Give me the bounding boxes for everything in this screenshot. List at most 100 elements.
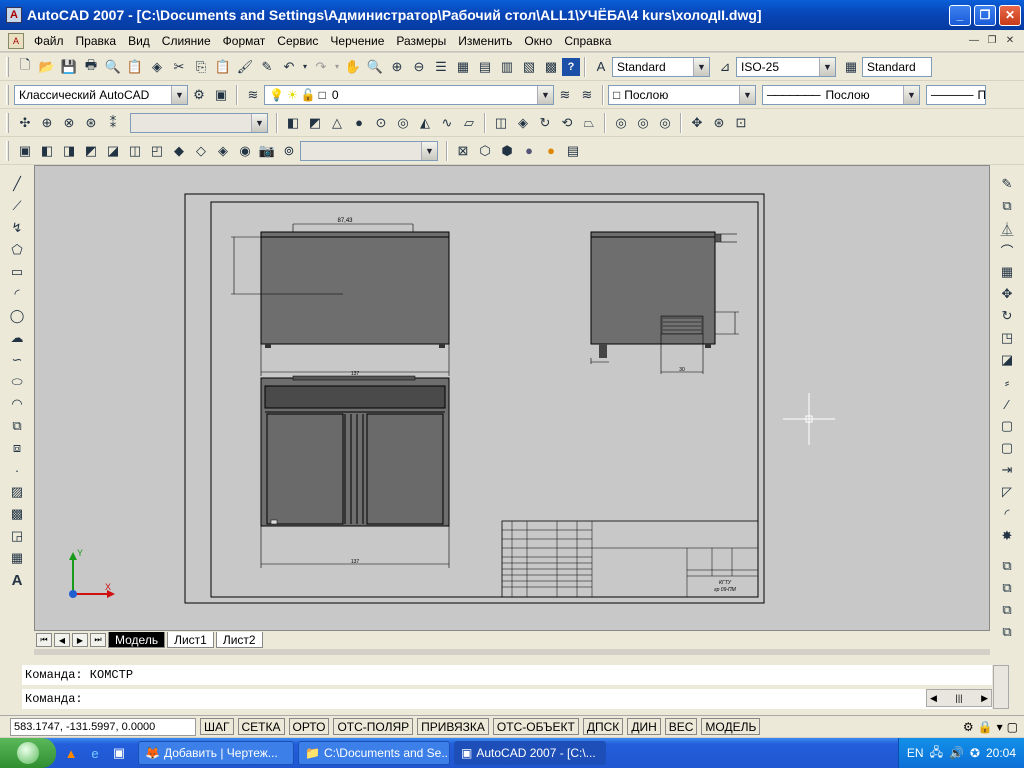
loft-icon[interactable]: ⏢ [578,112,600,134]
design-center-icon[interactable]: ▦ [452,56,474,78]
front-view-icon[interactable]: ◫ [124,140,146,162]
menu-edit[interactable]: Правка [70,34,123,48]
polyline-icon[interactable]: ↯ [6,217,28,239]
2d-wireframe-icon[interactable]: ⊠ [452,140,474,162]
revolve-icon[interactable]: ⟲ [556,112,578,134]
document-icon[interactable]: A [8,32,24,49]
sw-iso-icon[interactable]: ◆ [168,140,190,162]
chevron-down-icon[interactable]: ▼ [421,141,437,160]
bring-above-icon[interactable]: ⧉ [996,621,1018,643]
back-view-icon[interactable]: ◰ [146,140,168,162]
close-button[interactable]: ✕ [999,4,1021,26]
hatch-icon[interactable]: ▨ [6,481,28,503]
cone-icon[interactable]: △ [326,112,348,134]
chevron-down-icon[interactable]: ▼ [739,85,755,104]
menu-modify[interactable]: Изменить [452,34,518,48]
markup-icon[interactable]: ▧ [518,56,540,78]
undo-icon[interactable]: ↶ [278,56,300,78]
lwt-toggle[interactable]: ВЕС [664,718,698,735]
subtract-icon[interactable]: ◎ [632,112,654,134]
copy-icon[interactable]: ⎘ [190,56,212,78]
drawing-canvas[interactable]: 87,43 137 137 30 КГТУ гр 09-ПМ Y X [34,165,990,631]
arc-icon[interactable]: ◜ [6,283,28,305]
menu-help[interactable]: Справка [558,34,617,48]
make-block-icon[interactable]: ⧈ [6,437,28,459]
ucs-world-icon[interactable]: ⊕ [36,112,58,134]
offset-icon[interactable]: ⌒ [996,239,1018,261]
publish-icon[interactable]: 📋 [124,56,146,78]
draw-order-icon[interactable]: ⧉ [996,555,1018,577]
menu-window[interactable]: Окно [518,34,558,48]
tab-layout2[interactable]: Лист2 [215,632,263,648]
intersect-icon[interactable]: ◎ [654,112,676,134]
realistic-icon[interactable]: ● [518,140,540,162]
ne-iso-icon[interactable]: ◈ [212,140,234,162]
prev-tab-button[interactable]: ◀ [54,633,70,647]
explode-icon[interactable]: ✸ [996,525,1018,547]
text-style-combo[interactable]: Standard ▼ [612,56,710,77]
command-scrollbar[interactable] [993,665,1009,709]
chevron-down-icon[interactable]: ▼ [693,57,709,76]
calculator-icon[interactable]: ▩ [540,56,562,78]
camera-icon[interactable]: 📷 [256,140,278,162]
task-browser[interactable]: 🦊 Добавить | Чертеж... [138,741,294,765]
first-tab-button[interactable]: ⏮ [36,633,52,647]
extrude-icon[interactable]: ◫ [490,112,512,134]
zoom-previous-icon[interactable]: ⊖ [408,56,430,78]
scroll-right-icon[interactable]: ▶ [981,693,988,704]
pan-realtime-icon[interactable]: ✋ [342,56,364,78]
nw-iso-icon[interactable]: ◉ [234,140,256,162]
ucs-face-icon[interactable]: ⊛ [80,112,102,134]
ellipse-arc-icon[interactable]: ◠ [6,393,28,415]
layer-combo[interactable]: 💡 ☀ 🔓 □ 0 ▼ [264,84,554,105]
tray-app-icon[interactable]: ✪ [970,746,980,760]
sheet-set-icon[interactable]: ▥ [496,56,518,78]
make-layer-current-icon[interactable]: ≋ [554,84,576,106]
quicklaunch-autocad-icon[interactable]: ▲ [62,744,80,762]
print-preview-icon[interactable]: 🔍 [102,56,124,78]
workspace-save-icon[interactable]: ▣ [210,84,232,106]
new-file-icon[interactable]: 🗋 [14,56,36,78]
scale-icon[interactable]: ◳ [996,327,1018,349]
save-icon[interactable]: 💾 [58,56,80,78]
match-properties-icon[interactable]: 🖌 [234,56,256,78]
chevron-down-icon[interactable]: ▼ [537,85,553,104]
named-views-icon[interactable]: ▣ [14,140,36,162]
polygon-icon[interactable]: ⬠ [6,239,28,261]
start-button[interactable] [0,738,56,768]
command-input[interactable]: Команда: [22,689,992,709]
paste-icon[interactable]: 📋 [212,56,234,78]
redo-icon[interactable]: ↷ [310,56,332,78]
properties-icon[interactable]: ☰ [430,56,452,78]
bring-to-front-icon[interactable]: ⧉ [996,577,1018,599]
sweep-icon[interactable]: ↻ [534,112,556,134]
view-combo[interactable]: ▼ [300,140,438,161]
undo-dropdown-icon[interactable]: ▾ [300,56,310,78]
region-icon[interactable]: ◲ [6,525,28,547]
volume-icon[interactable]: 🔊 [949,746,964,760]
task-explorer[interactable]: 📁 C:\Documents and Se... [298,741,450,765]
send-to-back-icon[interactable]: ⧉ [996,599,1018,621]
doc-close-button[interactable]: ✕ [1002,34,1018,48]
tool-palettes-icon[interactable]: ▤ [474,56,496,78]
last-tab-button[interactable]: ⏭ [90,633,106,647]
tray-settings-icon[interactable]: ▾ [997,720,1003,734]
sphere-icon[interactable]: ● [348,112,370,134]
clean-screen-icon[interactable]: ▢ [1007,720,1018,734]
zoom-window-icon[interactable]: ⊕ [386,56,408,78]
quicklaunch-app-icon[interactable]: ▣ [110,744,128,762]
otrack-toggle[interactable]: ОТС-ОБЪЕКТ [492,718,579,735]
help-icon[interactable]: ? [562,57,580,76]
dim-style-combo[interactable]: ISO-25 ▼ [736,56,836,77]
tab-model[interactable]: Модель [108,632,166,648]
menu-file[interactable]: Файл [28,34,70,48]
ucs-icon[interactable]: ✣ [14,112,36,134]
helix-icon[interactable]: ∿ [436,112,458,134]
point-icon[interactable]: · [6,459,28,481]
layer-previous-icon[interactable]: ≋ [576,84,598,106]
join-icon[interactable]: ⇥ [996,459,1018,481]
copy-object-icon[interactable]: ⧉ [996,195,1018,217]
text-style-icon[interactable]: A [590,56,612,78]
open-file-icon[interactable]: 📂 [36,56,58,78]
minimize-button[interactable]: _ [949,4,971,26]
